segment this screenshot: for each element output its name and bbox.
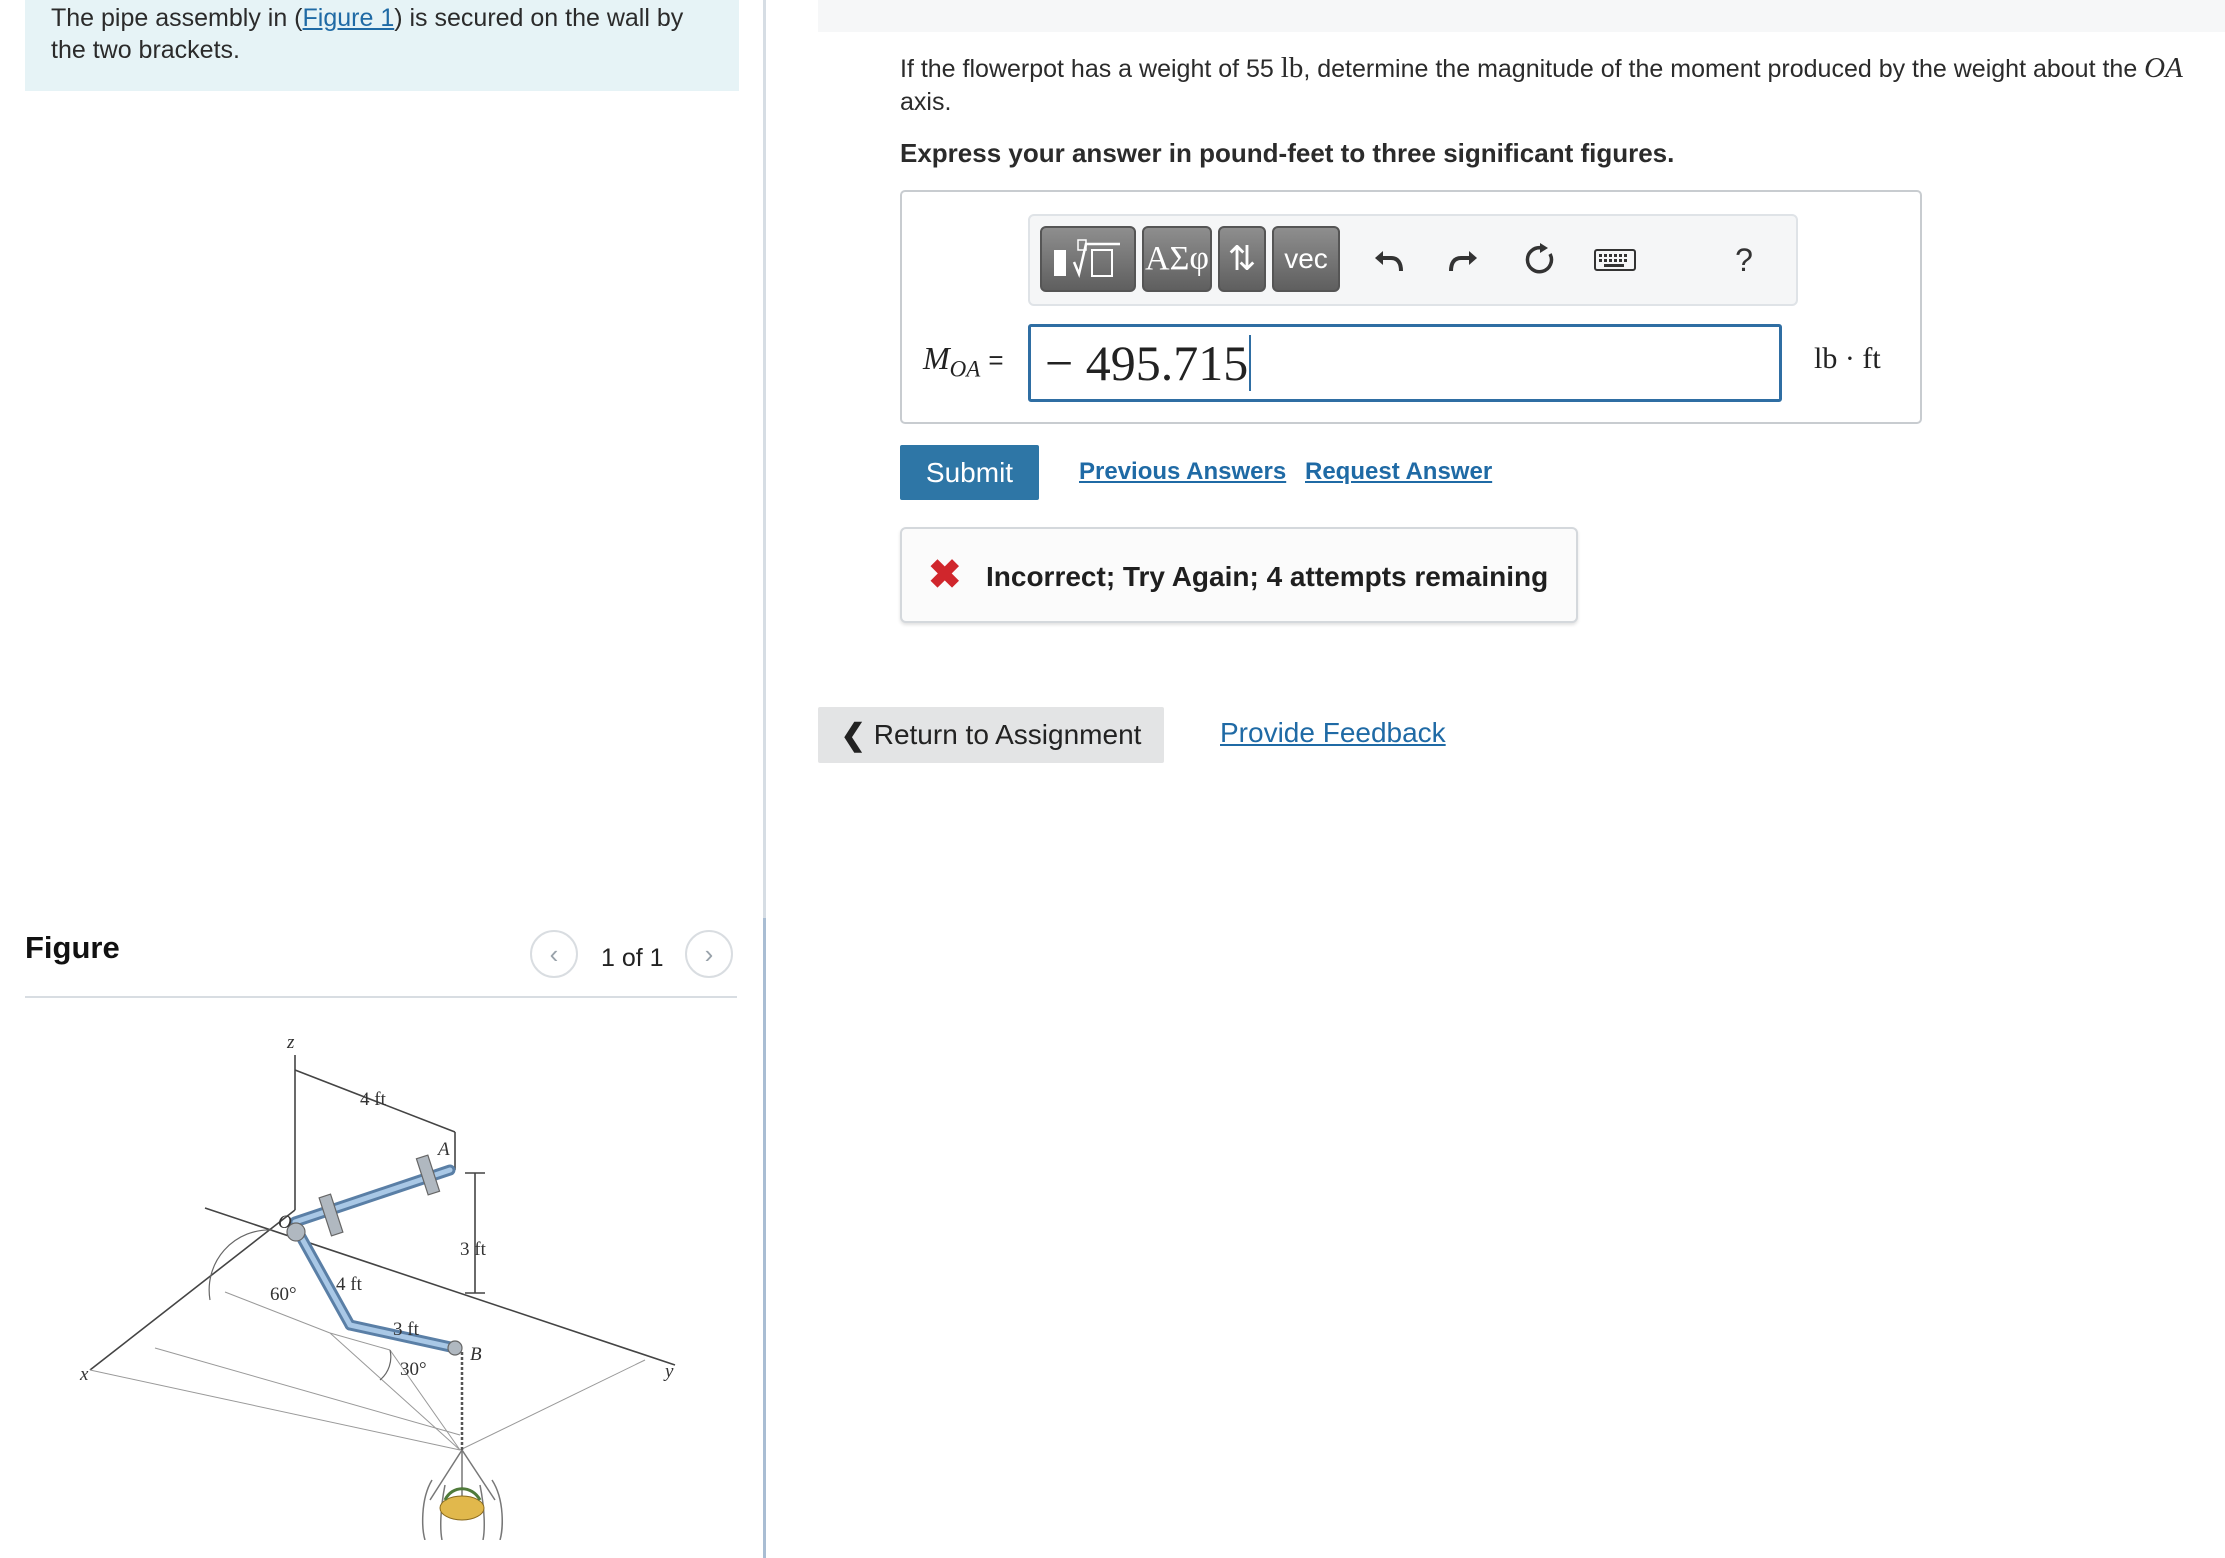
point-b-label: B xyxy=(470,1344,482,1365)
undo-button[interactable] xyxy=(1358,230,1418,290)
equals-sign: = xyxy=(988,345,1004,375)
templates-button[interactable] xyxy=(1040,226,1136,292)
greek-symbols-button[interactable]: ΑΣφ xyxy=(1142,226,1212,292)
submit-button[interactable]: Submit xyxy=(900,445,1039,500)
redo-icon xyxy=(1449,251,1477,272)
panel-divider-lower xyxy=(763,918,766,1558)
keyboard-icon xyxy=(1594,249,1636,271)
figure-link[interactable]: Figure 1 xyxy=(303,4,395,32)
top-band xyxy=(818,0,2225,32)
question-part3: axis. xyxy=(900,88,952,116)
x-axis-label: x xyxy=(79,1364,89,1385)
vector-button[interactable]: vec xyxy=(1272,226,1340,292)
feedback-message: Incorrect; Try Again; 4 attempts remaini… xyxy=(986,561,1549,592)
undo-icon xyxy=(1375,251,1403,272)
dim-3ft-low: 3 ft xyxy=(393,1319,420,1340)
figure-divider xyxy=(25,996,737,998)
problem-intro: The pipe assembly in (Figure 1) is secur… xyxy=(25,0,739,91)
figure-title: Figure xyxy=(25,930,120,965)
text-caret xyxy=(1249,335,1252,391)
answer-input[interactable]: − 495.715 xyxy=(1028,324,1782,402)
variable-symbol: M xyxy=(923,340,950,376)
intro-text-before: The pipe assembly in ( xyxy=(51,4,303,32)
point-a-label: A xyxy=(436,1139,450,1160)
variable-subscript: OA xyxy=(949,356,981,382)
help-button[interactable]: ? xyxy=(1724,230,1764,290)
dim-3ft-side: 3 ft xyxy=(460,1239,487,1260)
subscript-superscript-button[interactable]: ⇅ xyxy=(1218,226,1266,292)
axis-name: OA xyxy=(2144,52,2183,84)
weight-unit: lb xyxy=(1280,52,1304,84)
figure-prev-button[interactable]: ‹ xyxy=(530,930,578,978)
answer-value: − 495.715 xyxy=(1045,335,1249,391)
question-part2: , determine the magnitude of the moment … xyxy=(1303,55,2145,83)
figure-next-button[interactable]: › xyxy=(685,930,733,978)
y-axis-label: y xyxy=(663,1361,674,1382)
answer-variable-label: MOA = xyxy=(923,340,1004,382)
question-part1: If the flowerpot has a weight of 55 xyxy=(900,55,1281,83)
dim-4ft-top: 4 ft xyxy=(360,1089,387,1110)
angle-30-label: 30° xyxy=(400,1359,427,1380)
request-answer-link[interactable]: Request Answer xyxy=(1305,458,1492,486)
previous-answers-link[interactable]: Previous Answers xyxy=(1079,458,1286,486)
answer-unit: lb · ft xyxy=(1814,342,1881,375)
math-toolbar: ΑΣφ ⇅ vec ? xyxy=(1028,214,1798,306)
redo-button[interactable] xyxy=(1434,230,1494,290)
figure-count: 1 of 1 xyxy=(601,944,664,972)
chevron-left-icon: ‹ xyxy=(549,938,559,969)
pipe-assembly-figure: z x y O A B 4 ft 3 ft 4 ft 3 ft 60° 30° xyxy=(79,1032,676,1540)
left-panel: The pipe assembly in (Figure 1) is secur… xyxy=(0,0,764,1558)
provide-feedback-link[interactable]: Provide Feedback xyxy=(1220,717,1446,749)
chevron-right-icon: › xyxy=(704,938,714,969)
dim-4ft-mid: 4 ft xyxy=(336,1274,363,1295)
question-text: If the flowerpot has a weight of 55 lb, … xyxy=(900,52,2200,119)
angle-60-label: 60° xyxy=(270,1284,297,1305)
point-o-label: O xyxy=(278,1212,292,1233)
flowerpot xyxy=(421,1449,503,1540)
return-label: Return to Assignment xyxy=(873,719,1142,750)
keyboard-button[interactable] xyxy=(1580,230,1650,290)
projection-lines xyxy=(89,1291,646,1451)
incorrect-x-icon: ✖ xyxy=(928,553,962,597)
reset-button[interactable] xyxy=(1510,230,1570,290)
chevron-left-icon: ❮ xyxy=(840,718,866,752)
return-to-assignment-button[interactable]: ❮ Return to Assignment xyxy=(818,707,1164,763)
z-axis-label: z xyxy=(286,1032,295,1053)
answer-instruction: Express your answer in pound-feet to thr… xyxy=(900,138,1675,168)
templates-icon xyxy=(1054,239,1120,279)
reset-icon xyxy=(1525,243,1554,274)
